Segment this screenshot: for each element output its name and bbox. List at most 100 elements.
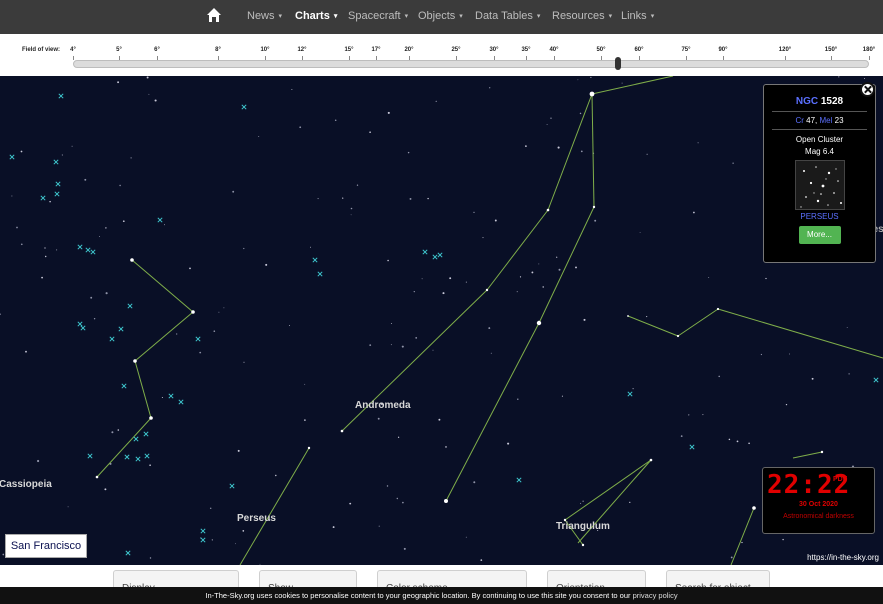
more-info-button[interactable]: More...	[798, 226, 841, 244]
star	[438, 418, 441, 421]
star	[299, 126, 302, 129]
deep-sky-marker	[9, 154, 15, 160]
nav-objects[interactable]: Objects ▾	[418, 10, 463, 22]
fov-label: Field of view:	[22, 47, 61, 53]
star	[154, 99, 157, 102]
deep-sky-marker	[317, 271, 323, 277]
chevron-down-icon: ▾	[650, 13, 655, 20]
object-constellation-link[interactable]: PERSEUS	[764, 212, 875, 221]
bright-star	[649, 458, 653, 462]
alt-number-mel: 23	[834, 116, 844, 125]
star	[489, 87, 491, 89]
star	[342, 197, 344, 199]
nav-data-tables[interactable]: Data Tables ▾	[475, 10, 540, 22]
alt-catalog-cr[interactable]: Cr	[795, 116, 803, 125]
star	[25, 350, 27, 353]
nav-news[interactable]: News ▾	[247, 10, 282, 22]
star	[104, 488, 107, 491]
bright-star	[676, 334, 680, 338]
star	[556, 256, 558, 258]
deep-sky-marker	[118, 326, 124, 332]
star	[736, 440, 739, 443]
object-title: NGC 1528	[764, 96, 875, 107]
star	[473, 481, 476, 484]
star	[730, 556, 733, 559]
star	[310, 246, 311, 248]
star	[445, 446, 447, 448]
constellation-line	[96, 417, 152, 478]
nav-charts[interactable]: Charts ▾	[295, 10, 337, 22]
deep-sky-marker	[178, 399, 184, 405]
star	[538, 263, 540, 265]
star	[848, 373, 850, 375]
nav-label: Data Tables	[475, 10, 533, 22]
star	[265, 263, 268, 266]
star	[61, 154, 63, 156]
site-url[interactable]: https://in-the-sky.org	[807, 553, 879, 562]
nav-links[interactable]: Links ▾	[621, 10, 654, 22]
star	[748, 442, 750, 445]
star	[557, 146, 560, 149]
star	[407, 151, 410, 154]
fov-tick-mark	[73, 56, 74, 60]
star	[146, 76, 149, 79]
constellation-label-cassiopeia: Cassiopeia	[0, 479, 52, 490]
deep-sky-marker	[135, 456, 141, 462]
star	[71, 145, 73, 147]
fov-tick-label: 6°	[154, 47, 160, 53]
home-icon[interactable]	[206, 7, 222, 23]
star	[369, 131, 371, 134]
star	[449, 277, 452, 280]
star	[349, 502, 352, 505]
star-map[interactable]	[0, 76, 883, 565]
constellation-line	[627, 315, 679, 337]
constellation-line	[134, 360, 152, 419]
nav-label: Charts	[295, 10, 330, 22]
star	[235, 543, 236, 545]
star	[718, 375, 720, 378]
nav-resources[interactable]: Resources ▾	[552, 10, 612, 22]
star	[632, 388, 634, 390]
fov-slider-track[interactable]	[73, 60, 869, 68]
deep-sky-marker	[627, 391, 633, 397]
star	[525, 145, 527, 147]
location-button[interactable]: San Francisco	[5, 534, 87, 558]
star	[377, 417, 380, 420]
alt-catalog-mel[interactable]: Mel	[820, 116, 833, 125]
star	[0, 313, 1, 315]
fov-tick-label: 12°	[297, 47, 307, 53]
close-info-icon[interactable]	[860, 82, 875, 97]
star	[189, 267, 191, 270]
star	[396, 497, 399, 500]
sky-chart[interactable]: Andromeda Perseus Triangulum Cassiopeia …	[0, 76, 883, 565]
deep-sky-marker	[195, 336, 201, 342]
star	[594, 219, 597, 222]
deep-sky-marker	[133, 436, 139, 442]
object-catalog[interactable]: NGC	[796, 96, 818, 107]
fov-slider-handle[interactable]	[615, 57, 621, 70]
star	[11, 195, 13, 197]
fov-tick-label: 150°	[824, 47, 838, 53]
star	[49, 200, 51, 203]
constellation-line	[239, 447, 310, 565]
chevron-down-icon: ▾	[459, 13, 463, 20]
star	[646, 153, 648, 155]
constellation-line	[717, 308, 883, 359]
constellation-line	[591, 93, 595, 208]
alt-number-cr: 47	[806, 116, 816, 125]
star	[2, 553, 5, 556]
nav-spacecraft[interactable]: Spacecraft ▾	[348, 10, 408, 22]
star	[130, 157, 132, 159]
privacy-policy-link[interactable]: privacy policy	[633, 591, 678, 600]
fov-tick-label: 40°	[549, 47, 559, 53]
star	[209, 507, 212, 510]
object-type: Open Cluster	[795, 135, 844, 144]
star	[507, 442, 510, 445]
fov-tick-label: 50°	[596, 47, 606, 53]
star	[378, 525, 380, 527]
constellation-line	[486, 209, 549, 291]
nav-label: News	[247, 10, 275, 22]
cookie-text: In-The-Sky.org uses cookies to personali…	[205, 591, 633, 600]
star	[213, 330, 216, 332]
star	[211, 539, 213, 541]
